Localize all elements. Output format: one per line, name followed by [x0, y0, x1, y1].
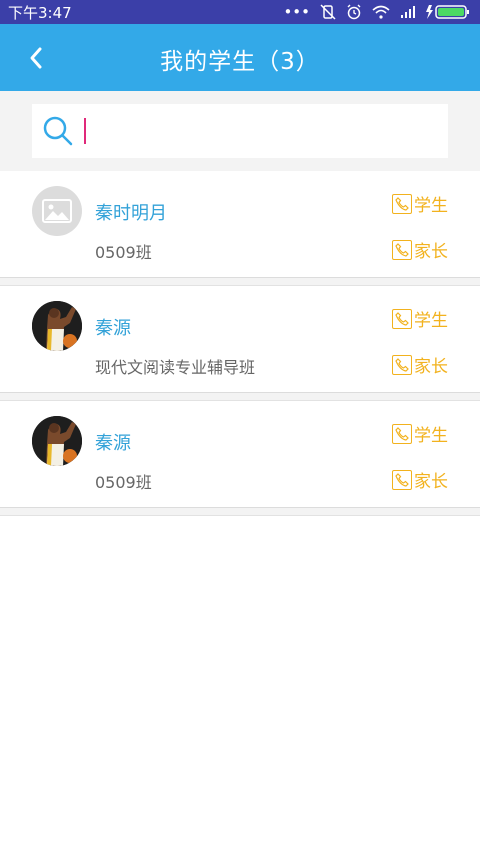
signal-icon [401, 6, 415, 18]
call-student-button[interactable]: 学生 [392, 421, 448, 446]
basketball-player-photo [32, 301, 82, 351]
basketball-player-photo [32, 416, 82, 466]
search-box[interactable] [32, 104, 448, 158]
call-student-label: 学生 [414, 196, 448, 216]
student-name[interactable]: 秦源 [95, 429, 131, 455]
avatar [32, 301, 82, 351]
search-icon [43, 116, 73, 146]
search-input[interactable] [86, 111, 448, 151]
student-name[interactable]: 秦时明月 [95, 199, 167, 225]
vibrate-off-icon [320, 4, 336, 20]
call-parent-button[interactable]: 家长 [392, 467, 448, 492]
divider [0, 393, 480, 401]
call-parent-label: 家长 [414, 242, 448, 262]
status-time: 下午3:47 [8, 3, 72, 22]
call-parent-button[interactable]: 家长 [392, 237, 448, 262]
wifi-icon [372, 5, 390, 19]
call-student-button[interactable]: 学生 [392, 191, 448, 216]
phone-icon [392, 469, 412, 490]
search-area [0, 91, 480, 171]
divider [0, 508, 480, 516]
avatar [32, 186, 82, 236]
student-class: 0509班 [95, 473, 152, 492]
student-name[interactable]: 秦源 [95, 314, 131, 340]
placeholder-image-icon [42, 199, 72, 223]
student-list: 秦时明月 0509班 学生 家长 秦源 现代文阅读专业辅导班 学生 家长 秦源 … [0, 171, 480, 516]
call-student-button[interactable]: 学生 [392, 306, 448, 331]
student-class: 现代文阅读专业辅导班 [95, 358, 256, 377]
divider [0, 278, 480, 286]
alarm-icon [347, 4, 361, 20]
call-student-label: 学生 [414, 426, 448, 446]
call-parent-label: 家长 [414, 472, 448, 492]
phone-icon [392, 354, 412, 375]
student-card[interactable]: 秦时明月 0509班 学生 家长 [0, 171, 480, 278]
call-parent-button[interactable]: 家长 [392, 352, 448, 377]
more-dots-icon: ••• [283, 3, 310, 21]
phone-icon [392, 308, 412, 329]
avatar [32, 416, 82, 466]
student-class: 0509班 [95, 243, 152, 262]
status-bar: 下午3:47 ••• [0, 0, 480, 24]
student-card[interactable]: 秦源 现代文阅读专业辅导班 学生 家长 [0, 286, 480, 393]
status-icons: ••• [283, 3, 470, 21]
phone-icon [392, 423, 412, 444]
phone-icon [392, 239, 412, 260]
app-bar: 我的学生（3） [0, 24, 480, 91]
page-title: 我的学生（3） [160, 49, 320, 75]
student-card[interactable]: 秦源 0509班 学生 家长 [0, 401, 480, 508]
battery-charging-icon [426, 5, 469, 19]
phone-icon [392, 193, 412, 214]
call-parent-label: 家长 [414, 357, 448, 377]
call-student-label: 学生 [414, 311, 448, 331]
